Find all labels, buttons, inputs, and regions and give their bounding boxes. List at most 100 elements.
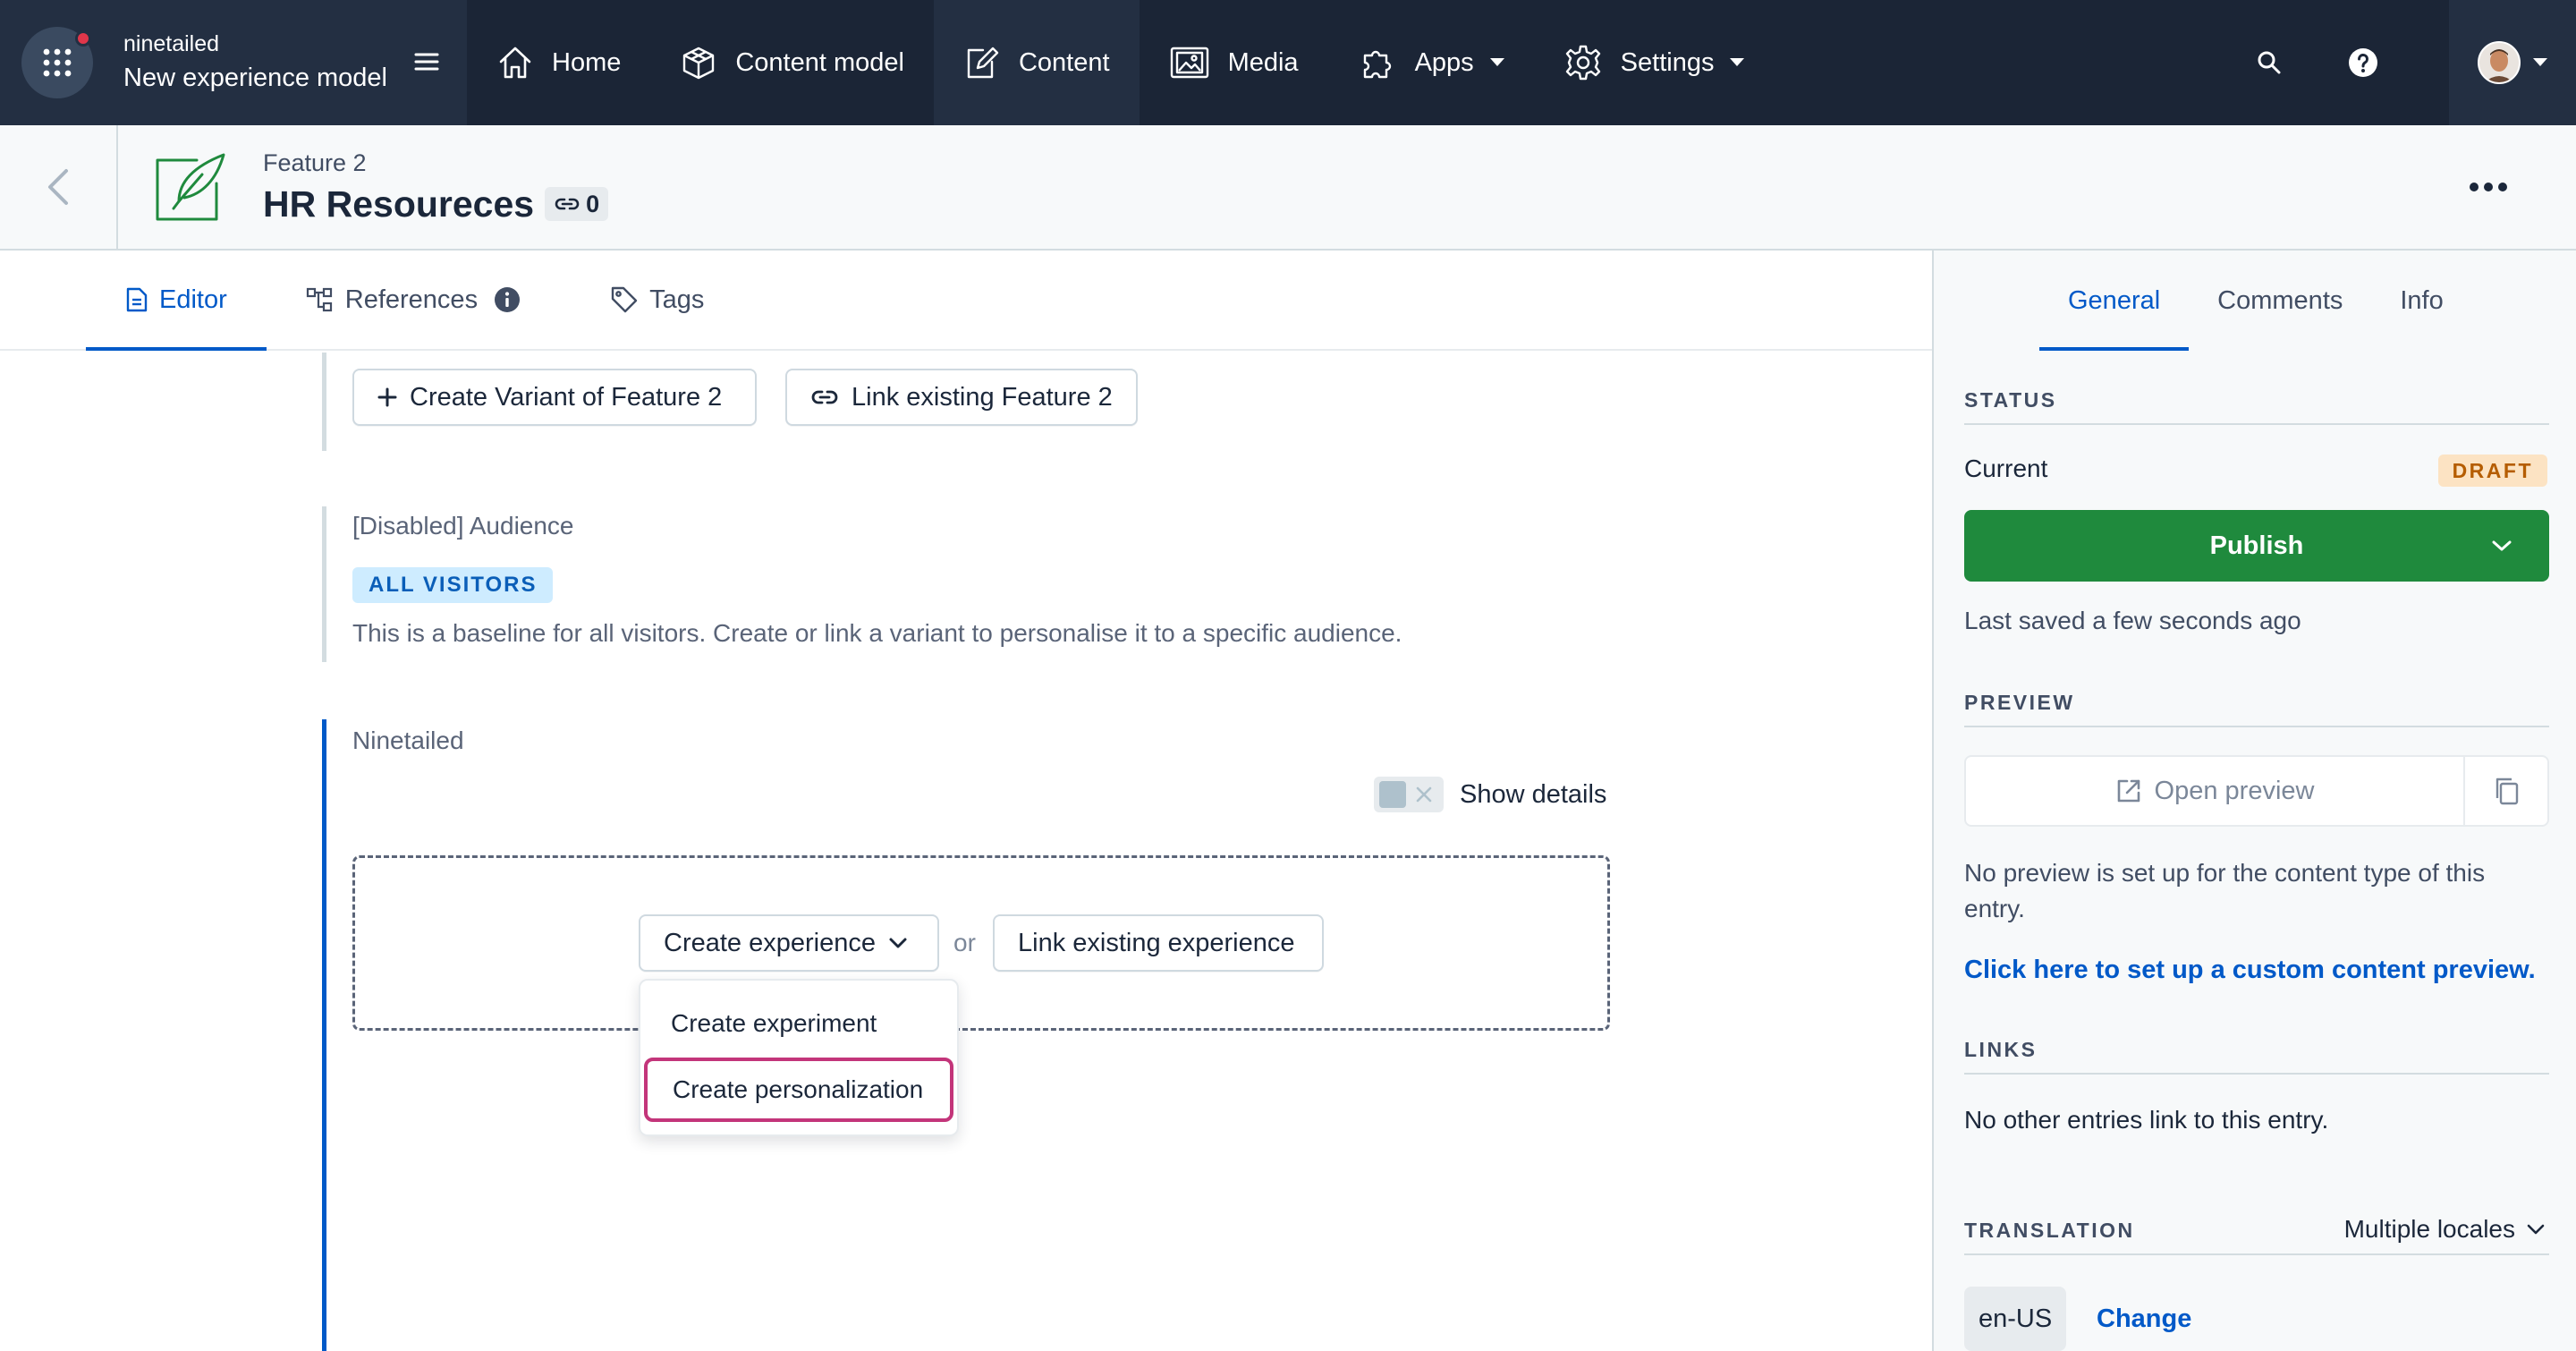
caret-down-icon (1489, 58, 1504, 66)
menu-item-label: Create experiment (671, 1009, 877, 1037)
account-menu[interactable] (2449, 0, 2576, 125)
hamburger-menu-icon[interactable] (413, 48, 440, 75)
nav-apps[interactable]: Apps (1328, 0, 1534, 125)
locale-mode-value: Multiple locales (2343, 1215, 2515, 1243)
preview-section-title: PREVIEW (1964, 691, 2549, 727)
content-type-name: Feature 2 (263, 149, 367, 176)
nav-media-label: Media (1227, 47, 1299, 77)
ninetailed-field-label: Ninetailed (352, 726, 464, 754)
nav-apps-label: Apps (1414, 47, 1474, 77)
nav-content[interactable]: Content (933, 0, 1140, 125)
show-details-label: Show details (1460, 780, 1607, 809)
feather-pen-icon (156, 153, 225, 221)
top-navigation: ninetailed New experience model Home Con… (0, 0, 2576, 125)
show-details-toggle[interactable] (1374, 777, 1444, 812)
toggle-knob (1379, 781, 1406, 808)
chevron-down-icon (889, 938, 907, 948)
status-badge: DRAFT (2437, 455, 2547, 487)
locale-mode-select[interactable]: Multiple locales (2344, 1215, 2546, 1244)
plus-icon (377, 387, 397, 407)
publish-button[interactable]: Publish (1964, 510, 2549, 582)
create-variant-button[interactable]: Create Variant of Feature 2 (352, 369, 757, 426)
tab-references[interactable]: References (267, 251, 571, 349)
menu-item-label: Create personalization (673, 1075, 924, 1103)
entry-tabs: Editor References Tags (0, 251, 1932, 351)
links-section-title: LINKS (1964, 1038, 2549, 1075)
user-avatar-icon (2479, 43, 2519, 82)
locale-chip: en-US (1964, 1287, 2067, 1351)
link-existing-experience-button[interactable]: Link existing experience (993, 914, 1324, 972)
open-preview-label: Open preview (2154, 776, 2315, 805)
no-preview-text-line2: entry. (1964, 895, 2025, 922)
sidebar-tabs: General Comments Info (1934, 251, 2576, 351)
menu-item-create-experiment[interactable]: Create experiment (640, 991, 957, 1056)
no-links-text: No other entries link to this entry. (1964, 1106, 2329, 1134)
field-indicator (322, 506, 326, 662)
sidebar-tab-general[interactable]: General (2039, 251, 2190, 351)
nav-settings[interactable]: Settings (1534, 0, 1775, 125)
nav-content-label: Content (1018, 47, 1110, 77)
puzzle-icon (1363, 50, 1391, 79)
search-icon (2258, 51, 2280, 74)
current-status-label: Current (1964, 455, 2048, 482)
last-saved-text: Last saved a few seconds ago (1964, 607, 2301, 634)
app-launcher-button[interactable] (21, 27, 93, 98)
space-switcher[interactable]: ninetailed New experience model (0, 0, 467, 125)
sidebar-tab-label: Info (2400, 285, 2444, 315)
nav-settings-label: Settings (1620, 47, 1715, 77)
nav-home[interactable]: Home (467, 0, 650, 125)
entry-type-icon (152, 151, 227, 223)
incoming-links-badge[interactable]: 0 (545, 187, 609, 221)
help-button[interactable] (2316, 0, 2410, 125)
more-actions-button[interactable] (2469, 182, 2508, 192)
copy-icon (2496, 777, 2519, 805)
entry-sidebar: General Comments Info STATUS Current DRA… (1932, 251, 2576, 1351)
nav-content-model[interactable]: Content model (650, 0, 934, 125)
entry-title: HR Resoureces (263, 183, 535, 225)
organization-name: ninetailed (123, 31, 220, 56)
link-icon (811, 390, 838, 404)
close-icon (1416, 786, 1432, 803)
environment-name: New experience model (123, 64, 387, 92)
link-existing-feature-button[interactable]: Link existing Feature 2 (785, 369, 1138, 426)
tab-references-label: References (344, 285, 479, 314)
publish-options-button[interactable] (2454, 510, 2549, 582)
entry-header: Feature 2 HR Resoureces 0 (0, 125, 2576, 251)
back-button[interactable] (0, 125, 118, 249)
sidebar-tab-comments[interactable]: Comments (2189, 251, 2371, 351)
nav-home-label: Home (552, 47, 622, 77)
sidebar-tab-info[interactable]: Info (2371, 251, 2471, 351)
document-icon (126, 287, 148, 312)
gear-icon (1565, 45, 1600, 81)
info-icon[interactable] (494, 286, 521, 313)
grid-icon (43, 48, 72, 77)
change-locale-link[interactable]: Change (2097, 1304, 2191, 1334)
tab-tags[interactable]: Tags (571, 251, 743, 349)
editor-panel: Create Variant of Feature 2 Link existin… (0, 353, 1932, 1351)
hierarchy-icon (306, 287, 332, 312)
link-count-value: 0 (586, 190, 600, 217)
open-preview-group: Open preview (1964, 755, 2549, 827)
experience-dropzone (352, 855, 1610, 1031)
copy-preview-link-button[interactable] (2463, 757, 2547, 825)
tab-editor-label: Editor (159, 285, 227, 314)
link-existing-experience-label: Link existing experience (1018, 928, 1295, 957)
field-indicator-active (322, 719, 326, 1351)
open-preview-button[interactable]: Open preview (1966, 757, 2463, 825)
no-preview-text-line1: No preview is set up for the content typ… (1964, 859, 2486, 887)
create-experience-label: Create experience (664, 928, 876, 957)
tab-editor[interactable]: Editor (86, 251, 267, 351)
caret-down-icon (2533, 58, 2547, 66)
menu-item-create-personalization[interactable]: Create personalization (644, 1058, 953, 1122)
publish-label: Publish (2209, 531, 2304, 560)
create-variant-label: Create Variant of Feature 2 (410, 382, 723, 412)
edit-icon (967, 47, 999, 79)
home-icon (499, 47, 531, 79)
entry-titles: Feature 2 HR Resoureces 0 (263, 149, 609, 225)
nav-content-model-label: Content model (735, 47, 904, 77)
create-experience-dropdown[interactable]: Create experience (639, 914, 939, 972)
search-button[interactable] (2222, 0, 2316, 125)
setup-preview-link[interactable]: Click here to set up a custom content pr… (1964, 956, 2536, 985)
nav-media[interactable]: Media (1140, 0, 1328, 125)
link-icon (555, 198, 580, 210)
